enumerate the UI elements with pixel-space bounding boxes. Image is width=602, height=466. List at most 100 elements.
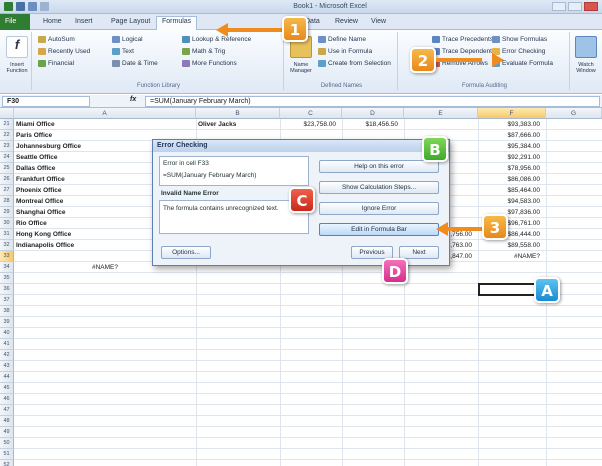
table-cell-c[interactable]: $23,758.00 bbox=[282, 119, 340, 130]
row-header[interactable]: 37 bbox=[0, 295, 14, 306]
help-on-error-button[interactable]: Help on this error bbox=[319, 160, 439, 173]
name-manager-button[interactable]: Name Manager bbox=[286, 62, 316, 74]
row-header[interactable]: 23 bbox=[0, 141, 14, 152]
row-header[interactable]: 45 bbox=[0, 383, 14, 394]
row-header[interactable]: 34 bbox=[0, 262, 14, 273]
redo-icon[interactable] bbox=[40, 2, 49, 11]
row-header[interactable]: 27 bbox=[0, 185, 14, 196]
insert-function-button[interactable]: Insert Function bbox=[3, 62, 31, 74]
trace-precedents-button[interactable]: Trace Precedents bbox=[432, 36, 493, 43]
logical-button[interactable]: Logical bbox=[112, 36, 143, 43]
save-icon[interactable] bbox=[16, 2, 25, 11]
undo-icon[interactable] bbox=[28, 2, 37, 11]
tab-formulas[interactable]: Formulas bbox=[156, 16, 198, 30]
text-button[interactable]: Text bbox=[112, 48, 134, 55]
ignore-error-button[interactable]: Ignore Error bbox=[319, 202, 439, 215]
tab-view[interactable]: View bbox=[366, 17, 391, 29]
define-name-button[interactable]: Define Name bbox=[318, 36, 366, 43]
table-cell-f[interactable]: $89,558.00 bbox=[480, 240, 544, 251]
tab-file[interactable]: File bbox=[0, 14, 30, 30]
column-header-d[interactable]: D bbox=[342, 108, 404, 119]
row-header[interactable]: 25 bbox=[0, 163, 14, 174]
row-header[interactable]: 41 bbox=[0, 339, 14, 350]
recently-used-button[interactable]: Recently Used bbox=[38, 48, 90, 55]
select-all-corner[interactable] bbox=[0, 108, 14, 119]
date-time-button[interactable]: Date & Time bbox=[112, 60, 158, 67]
error-name-label: Invalid Name Error bbox=[161, 190, 219, 197]
tab-page-layout[interactable]: Page Layout bbox=[106, 17, 155, 29]
row-header[interactable]: 38 bbox=[0, 306, 14, 317]
row-header[interactable]: 31 bbox=[0, 229, 14, 240]
tab-home[interactable]: Home bbox=[38, 17, 67, 29]
row-header[interactable]: 26 bbox=[0, 174, 14, 185]
tab-review[interactable]: Review bbox=[330, 17, 363, 29]
financial-button[interactable]: Financial bbox=[38, 60, 74, 67]
tab-insert[interactable]: Insert bbox=[70, 17, 98, 29]
next-button[interactable]: Next bbox=[399, 246, 439, 259]
table-cell-f[interactable]: $92,291.00 bbox=[480, 152, 544, 163]
row-header[interactable]: 30 bbox=[0, 218, 14, 229]
row-header[interactable]: 43 bbox=[0, 361, 14, 372]
row-header[interactable]: 48 bbox=[0, 416, 14, 427]
name-box[interactable]: F30 bbox=[2, 96, 90, 107]
row-header[interactable]: 24 bbox=[0, 152, 14, 163]
row-header[interactable]: 39 bbox=[0, 317, 14, 328]
use-in-formula-button[interactable]: Use in Formula bbox=[318, 48, 372, 55]
formula-input[interactable]: =SUM(January February March) bbox=[145, 96, 600, 107]
close-button[interactable] bbox=[584, 2, 598, 11]
error-in-cell-label: Error in cell F33 bbox=[163, 160, 209, 167]
row-header[interactable]: 50 bbox=[0, 438, 14, 449]
insert-function-icon[interactable]: f bbox=[6, 36, 28, 58]
table-cell-f[interactable]: $94,583.00 bbox=[480, 196, 544, 207]
watch-window-button[interactable]: Watch Window bbox=[572, 62, 600, 74]
table-cell-f[interactable]: $86,086.00 bbox=[480, 174, 544, 185]
table-cell-f[interactable]: $93,383.00 bbox=[480, 119, 544, 130]
show-formulas-button[interactable]: Show Formulas bbox=[492, 36, 547, 43]
autosum-button[interactable]: AutoSum bbox=[38, 36, 75, 43]
column-header-b[interactable]: B bbox=[196, 108, 280, 119]
row-header[interactable]: 49 bbox=[0, 427, 14, 438]
insert-function-fx-icon[interactable]: fx bbox=[130, 96, 136, 103]
column-header-e[interactable]: E bbox=[404, 108, 478, 119]
row-header[interactable]: 52 bbox=[0, 460, 14, 466]
column-header-a[interactable]: A bbox=[14, 108, 196, 119]
row-header[interactable]: 22 bbox=[0, 130, 14, 141]
row-gridline bbox=[14, 437, 602, 438]
more-functions-button[interactable]: More Functions bbox=[182, 60, 237, 67]
table-cell-b[interactable]: Oliver Jacks bbox=[198, 119, 278, 130]
minimize-button[interactable] bbox=[552, 2, 566, 11]
row-header[interactable]: 21 bbox=[0, 119, 14, 130]
watch-window-icon[interactable] bbox=[575, 36, 597, 58]
trace-dependents-button[interactable]: Trace Dependents bbox=[432, 48, 495, 55]
row-header[interactable]: 35 bbox=[0, 273, 14, 284]
row-header[interactable]: 51 bbox=[0, 449, 14, 460]
table-cell-f[interactable]: $95,384.00 bbox=[480, 141, 544, 152]
table-cell-d[interactable]: $18,456.50 bbox=[344, 119, 402, 130]
options-button[interactable]: Options... bbox=[161, 246, 211, 259]
row-header[interactable]: 42 bbox=[0, 350, 14, 361]
table-cell-f[interactable]: #NAME? bbox=[480, 251, 544, 262]
math-trig-button[interactable]: Math & Trig bbox=[182, 48, 225, 55]
show-calculation-steps-button[interactable]: Show Calculation Steps... bbox=[319, 181, 439, 194]
column-header-g[interactable]: G bbox=[546, 108, 602, 119]
row-header[interactable]: 33 bbox=[0, 251, 14, 262]
row-header[interactable]: 44 bbox=[0, 372, 14, 383]
table-cell-f[interactable]: $85,464.00 bbox=[480, 185, 544, 196]
table-cell-a[interactable]: Miami Office bbox=[16, 119, 194, 130]
table-cell-f[interactable]: $87,666.00 bbox=[480, 130, 544, 141]
create-from-selection-button[interactable]: Create from Selection bbox=[318, 60, 391, 67]
column-header-c[interactable]: C bbox=[280, 108, 342, 119]
row-header[interactable]: 32 bbox=[0, 240, 14, 251]
function-library-group: AutoSum Recently Used Financial Logical … bbox=[34, 32, 284, 90]
row-header[interactable]: 47 bbox=[0, 405, 14, 416]
row-header[interactable]: 29 bbox=[0, 207, 14, 218]
maximize-button[interactable] bbox=[568, 2, 582, 11]
lookup-reference-button[interactable]: Lookup & Reference bbox=[182, 36, 251, 43]
row-header[interactable]: 28 bbox=[0, 196, 14, 207]
edit-in-formula-bar-button[interactable]: Edit in Formula Bar bbox=[319, 223, 439, 236]
row-header[interactable]: 40 bbox=[0, 328, 14, 339]
table-cell-f[interactable]: $78,956.00 bbox=[480, 163, 544, 174]
column-header-f[interactable]: F bbox=[478, 108, 546, 119]
row-header[interactable]: 36 bbox=[0, 284, 14, 295]
row-header[interactable]: 46 bbox=[0, 394, 14, 405]
